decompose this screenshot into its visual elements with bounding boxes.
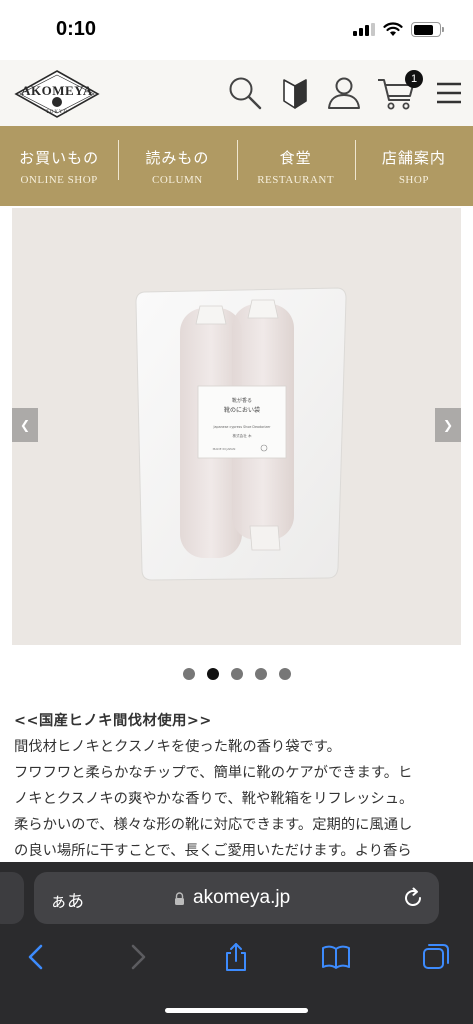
account-icon[interactable] [325,74,363,112]
description-heading: <<国産ヒノキ間伐材使用>> [14,713,212,729]
gallery-next-button[interactable]: ❯ [435,408,461,442]
pagination-dot[interactable] [230,668,243,680]
cellular-signal-icon [353,23,375,36]
tabs-icon[interactable] [421,942,451,972]
bookmarks-icon[interactable] [321,942,351,972]
description-line: の良い場所に干すことで、長くご愛用いただけます。より香ら [14,843,412,859]
site-header: AKOMEYA TOKYO 1 [0,60,473,126]
status-time: 0:10 [56,18,97,40]
reload-icon[interactable] [401,886,425,910]
nav-label-en: ONLINE SHOP [20,173,98,186]
gallery-prev-button[interactable]: ❮ [12,408,38,442]
label-en: Japanese cypress Shoe Deodorizer [212,425,271,429]
gallery-pagination [0,668,473,680]
nav-column[interactable]: 読みもの COLUMN [118,126,236,206]
nav-shop[interactable]: 店舗案内 SHOP [354,126,473,206]
search-icon[interactable] [226,74,264,112]
description-line: 柔らかいので、様々な形の靴に対応できます。定期的に風通し [14,817,413,833]
nav-restaurant[interactable]: 食堂 RESTAURANT [236,126,355,206]
back-arrow-icon[interactable] [22,942,52,972]
beginner-mark-icon[interactable] [276,74,314,112]
label-origin: MADE IN JAPAN [213,447,236,451]
lock-icon [175,891,184,905]
pagination-dot-active[interactable] [206,668,219,680]
pagination-dot[interactable] [254,668,267,680]
akomeya-logo[interactable]: AKOMEYA TOKYO [12,68,102,120]
product-image-gallery[interactable]: 靴が香る 靴のにおい袋 Japanese cypress Shoe Deodor… [12,208,461,645]
status-icons [353,22,444,37]
nav-online-shop[interactable]: お買いもの ONLINE SHOP [0,126,118,206]
svg-text:AKOMEYA: AKOMEYA [21,83,93,98]
svg-text:TOKYO: TOKYO [46,110,68,115]
share-icon[interactable] [221,942,251,972]
browser-toolbar: ぁあ akomeya.jp [0,862,473,1024]
description-line: フワフワと柔らかなチップで、簡単に靴のケアができます。ヒ [14,765,413,781]
reader-settings-button[interactable]: ぁあ [50,887,84,912]
nav-label-jp: 読みもの [145,148,210,167]
label-maker: 株式会社 木 [232,433,252,438]
hamburger-menu-icon[interactable] [434,74,464,112]
description-line: 間伐材ヒノキとクスノキを使った靴の香り袋です。 [14,739,341,755]
nav-label-en: SHOP [398,173,429,186]
nav-label-en: RESTAURANT [257,173,335,186]
forward-arrow-icon[interactable] [122,942,152,972]
address-bar[interactable]: ぁあ akomeya.jp [34,872,439,924]
nav-label-jp: お買いもの [19,148,100,167]
cart-count-badge: 1 [405,70,423,88]
url-text: akomeya.jp [193,887,291,908]
product-description: <<国産ヒノキ間伐材使用>> 間伐材ヒノキとクスノキを使った靴の香り袋です。 フ… [14,708,460,868]
description-line: ノキとクスノキの爽やかな香りで、靴や靴箱をリフレッシュ。 [14,791,414,807]
label-line1: 靴が香る [232,397,252,404]
home-indicator [165,1008,308,1013]
chevron-left-icon: ❮ [19,418,31,432]
nav-label-jp: 店舗案内 [381,148,446,167]
wifi-icon [383,22,403,36]
label-line2: 靴のにおい袋 [224,406,260,414]
status-bar: 0:10 [0,0,473,60]
chevron-right-icon: ❯ [442,418,454,432]
url-display[interactable]: akomeya.jp [174,887,290,909]
product-photo: 靴が香る 靴のにおい袋 Japanese cypress Shoe Deodor… [12,208,461,645]
previous-tab-preview[interactable] [0,872,24,924]
pagination-dot[interactable] [182,668,195,680]
pagination-dot[interactable] [278,668,291,680]
nav-label-en: COLUMN [152,173,203,186]
global-nav: お買いもの ONLINE SHOP 読みもの COLUMN 食堂 RESTAUR… [0,126,473,206]
battery-icon [411,22,444,37]
nav-label-jp: 食堂 [279,148,312,167]
